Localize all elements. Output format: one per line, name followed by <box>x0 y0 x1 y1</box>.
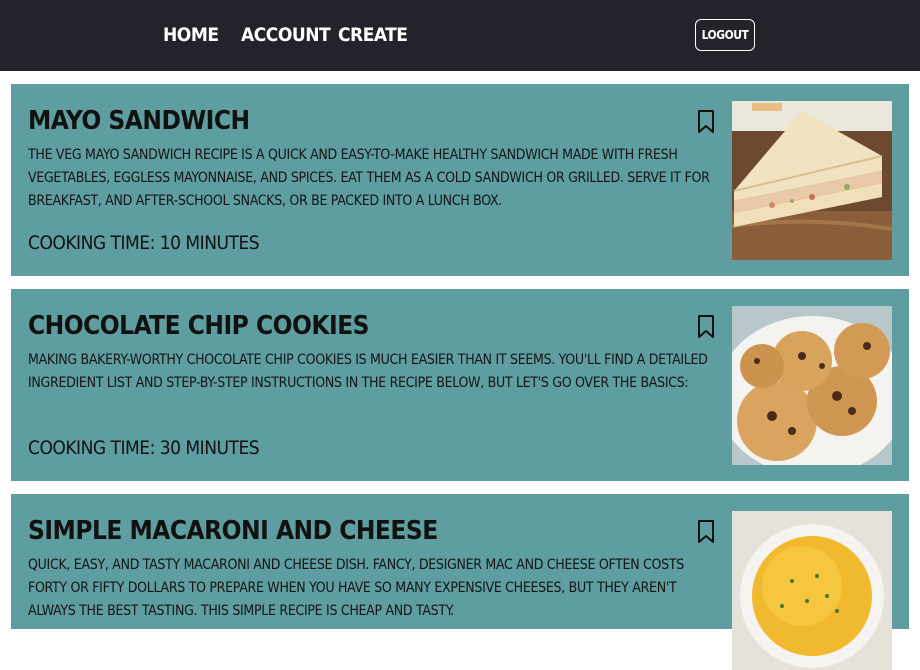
recipe-card[interactable]: Mayo Sandwich The Veg Mayo Sandwich reci… <box>11 84 909 276</box>
recipe-description: Making bakery-worthy chocolate chip cook… <box>28 352 708 391</box>
nav-create-link[interactable]: Create <box>338 24 408 46</box>
recipe-card[interactable]: Simple Macaroni and Cheese Quick, easy, … <box>11 494 909 670</box>
nav-home-link[interactable]: Home <box>163 24 219 46</box>
logout-button[interactable]: Logout <box>695 19 755 51</box>
recipe-card[interactable]: Chocolate Chip Cookies Making bakery-wor… <box>11 289 909 481</box>
bookmark-icon[interactable] <box>697 110 715 134</box>
recipe-description: Quick, easy, and tasty macaroni and chee… <box>28 557 684 619</box>
top-navbar: Home Account Create Logout <box>0 0 920 71</box>
cooking-time: Cooking Time: 30 minutes <box>28 437 260 459</box>
recipe-title[interactable]: Chocolate Chip Cookies <box>28 311 370 341</box>
bookmark-icon[interactable] <box>697 315 715 339</box>
cookies-photo <box>732 306 892 465</box>
nav-account-link[interactable]: Account <box>241 24 331 46</box>
sandwich-photo <box>732 101 892 260</box>
cooking-time: Cooking Time: 10 minutes <box>28 232 260 254</box>
macaroni-photo <box>732 511 892 670</box>
recipe-title[interactable]: Mayo Sandwich <box>28 106 250 136</box>
recipe-title[interactable]: Simple Macaroni and Cheese <box>28 516 438 546</box>
bookmark-icon[interactable] <box>697 520 715 544</box>
recipe-description: The Veg Mayo Sandwich recipe is a quick … <box>28 147 710 209</box>
